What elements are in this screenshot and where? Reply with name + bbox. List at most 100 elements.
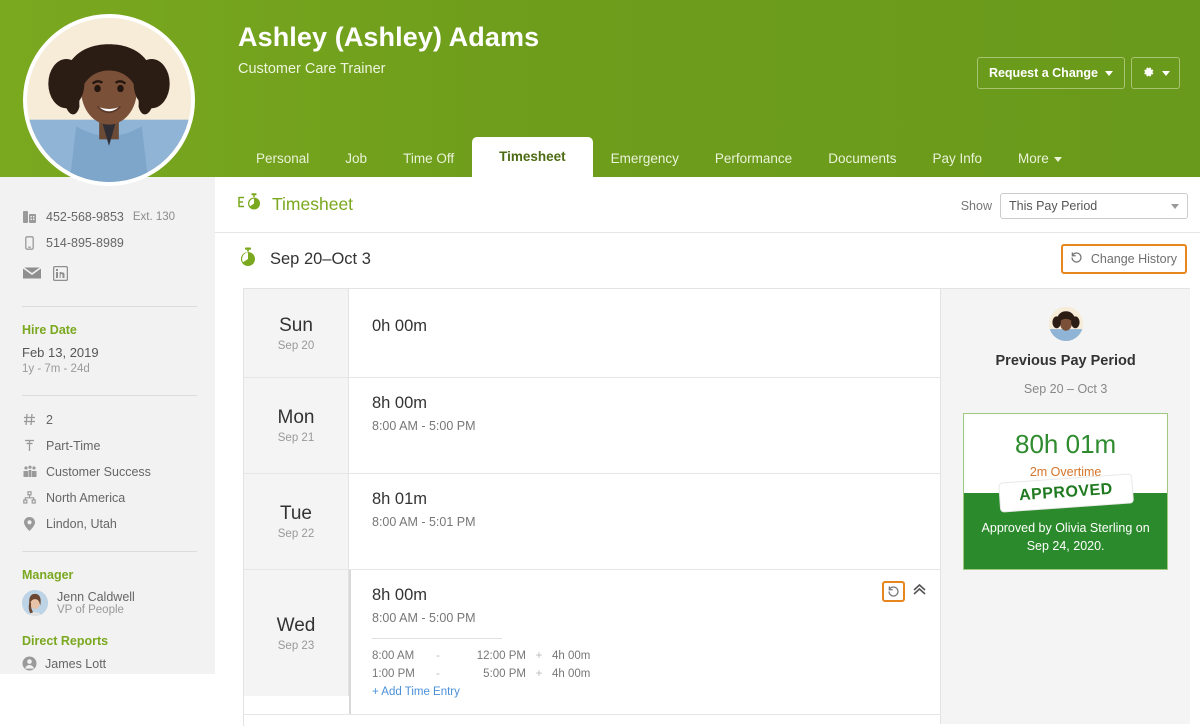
row-history-button[interactable]: [882, 581, 906, 602]
sidebar-divider-2: [22, 395, 197, 396]
tab-label: Performance: [714, 151, 793, 166]
header-actions: Request a Change: [976, 57, 1180, 89]
chevron-up-icon[interactable]: [912, 583, 927, 600]
employee-timesheet-page: Ashley (Ashley) Adams Customer Care Trai…: [0, 0, 1200, 726]
entry-start-time: 1:00 PM: [372, 668, 415, 680]
timesheet-header: Timesheet Show This Pay Period: [215, 177, 1200, 233]
work-phone-extension: Ext. 130: [132, 210, 176, 223]
show-filter: Show This Pay Period: [961, 193, 1188, 219]
table-row[interactable]: Sun Sep 20 0h 00m: [244, 289, 941, 378]
department-value: Customer Success: [46, 464, 151, 479]
employee-sidebar: 452-568-9853 Ext. 130 514-895-8989 Hire …: [0, 177, 215, 674]
gear-icon: [1141, 65, 1155, 81]
pay-period-row: Sep 20–Oct 3 Change History: [215, 233, 1200, 285]
work-phone-number: 452-568-9853: [46, 209, 124, 224]
tab-pay-info[interactable]: Pay Info: [914, 141, 1000, 177]
department-row: Customer Success: [22, 464, 197, 479]
summary-range: Sep 20 – Oct 3: [1023, 382, 1108, 396]
entry-dash: -: [436, 668, 440, 680]
hire-date-value: Feb 13, 2019: [22, 345, 99, 360]
entry-dash: -: [436, 650, 440, 662]
tab-documents[interactable]: Documents: [810, 141, 914, 177]
request-a-change-button[interactable]: Request a Change: [976, 57, 1125, 89]
day-content-expanded: 8h 00m 8:00 AM - 5:00 PM 8:00 AM - 12:00…: [349, 570, 940, 714]
day-date: Sep 21: [277, 432, 315, 444]
mobile-phone-number: 514-895-8989: [46, 235, 124, 250]
show-label: Show: [960, 199, 992, 213]
manager-row[interactable]: Jenn Caldwell VP of People: [22, 590, 197, 616]
location-row: Lindon, Utah: [22, 516, 197, 531]
tab-timesheet[interactable]: Timesheet: [472, 137, 593, 177]
summary-avatar: [1048, 307, 1083, 341]
clock-part-time-icon: [22, 438, 37, 453]
tab-time-off[interactable]: Time Off: [385, 141, 472, 177]
hash-icon: [22, 412, 37, 427]
tab-label: Emergency: [610, 151, 679, 166]
tab-label: Personal: [256, 151, 310, 166]
direct-report-row[interactable]: James Lott: [22, 656, 197, 671]
division-value: North America: [46, 490, 126, 505]
social-links: [22, 265, 197, 286]
pay-period-select-value: This Pay Period: [1009, 199, 1098, 213]
day-name: Mon: [277, 407, 315, 428]
work-phone-row: 452-568-9853 Ext. 130: [22, 209, 197, 224]
summary-overtime: 2m Overtime: [1029, 465, 1102, 479]
day-date: Sep 23: [277, 639, 315, 652]
entry-total: 4h 00m: [552, 668, 591, 680]
table-row[interactable]: Wed Sep 23 8h 00m 8:00 AM - 5:00 PM 8:00…: [244, 570, 941, 715]
day-label: Wed Sep 23: [244, 570, 349, 696]
table-row[interactable]: Tue Sep 22 8h 01m 8:00 AM - 5:01 PM: [244, 474, 941, 570]
change-history-button[interactable]: Change History: [1060, 244, 1187, 274]
employee-number-row: 2: [22, 412, 197, 427]
time-entry-row[interactable]: 1:00 PM - 5:00 PM + 4h 00m: [372, 668, 940, 680]
approved-stamp: APPROVED: [998, 474, 1133, 512]
division-row: North America: [22, 490, 197, 505]
employee-job-title: Customer Care Trainer: [238, 61, 386, 77]
day-duration: 8h 00m: [372, 586, 428, 604]
summary-card: 80h 01m 2m Overtime APPROVED Approved by…: [963, 413, 1168, 571]
linkedin-icon[interactable]: [52, 265, 69, 286]
entry-start-time: 8:00 AM: [372, 650, 415, 662]
email-icon[interactable]: [22, 266, 42, 286]
tab-personal[interactable]: Personal: [238, 141, 327, 177]
manager-role: VP of People: [57, 604, 124, 616]
mobile-phone-icon: [22, 235, 37, 250]
sidebar-divider-3: [22, 551, 197, 552]
settings-menu-button[interactable]: [1131, 57, 1180, 89]
profile-tabs: Personal Job Time Off Timesheet Emergenc…: [238, 133, 1080, 177]
tab-job[interactable]: Job: [327, 141, 385, 177]
summary-total-hours: 80h 01m: [1015, 429, 1117, 459]
tab-emergency[interactable]: Emergency: [593, 141, 697, 177]
tab-more[interactable]: More: [1000, 141, 1080, 177]
day-time-span: 8:00 AM - 5:00 PM: [372, 611, 476, 625]
summary-approved-banner: APPROVED Approved by Olivia Sterling on …: [964, 474, 1167, 570]
day-content: 8h 00m 8:00 AM - 5:00 PM: [349, 378, 940, 473]
timesheet-icon: [238, 192, 262, 217]
employment-status-value: Part-Time: [46, 438, 101, 453]
chevron-down-icon: [1162, 70, 1170, 76]
tab-performance[interactable]: Performance: [697, 141, 810, 177]
table-row[interactable]: Mon Sep 21 8h 00m 8:00 AM - 5:00 PM: [244, 378, 941, 474]
timesheet-table: Sun Sep 20 0h 00m Mon Sep 21 8h 00m 8:00…: [243, 288, 1190, 726]
entry-plus: +: [535, 668, 543, 680]
pay-period-select[interactable]: This Pay Period: [1000, 193, 1188, 219]
employee-avatar: [23, 14, 195, 186]
manager-name: Jenn Caldwell: [57, 590, 135, 604]
time-entry-row[interactable]: 8:00 AM - 12:00 PM + 4h 00m: [372, 650, 940, 662]
sidebar-divider-1: [22, 306, 197, 307]
day-name: Sun: [279, 314, 313, 336]
summary-heading: Previous Pay Period: [995, 353, 1136, 369]
day-date: Sep 20: [277, 339, 315, 352]
chevron-down-icon: [1053, 156, 1062, 162]
tab-label: Job: [345, 151, 368, 166]
person-icon: [22, 656, 37, 671]
add-time-entry-link[interactable]: + Add Time Entry: [372, 686, 940, 698]
day-content: 0h 00m: [349, 289, 940, 377]
tab-label: Time Off: [403, 151, 455, 166]
timesheet-main: Timesheet Show This Pay Period Sep 20–Oc…: [215, 177, 1200, 726]
pay-period-summary: Previous Pay Period Sep 20 – Oct 3 80h 0…: [940, 289, 1190, 724]
direct-report-name: James Lott: [45, 656, 107, 671]
day-duration: 8h 00m: [372, 394, 428, 412]
division-icon: [22, 490, 37, 505]
day-name: Wed: [276, 614, 316, 636]
